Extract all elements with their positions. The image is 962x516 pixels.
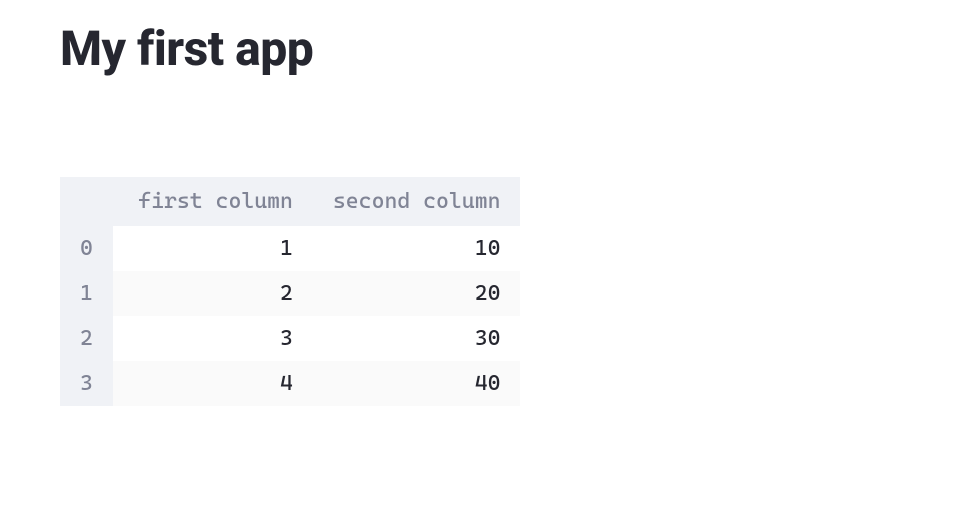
data-table: first column second column 0 1 10 1 2 20… [60, 177, 520, 406]
row-index: 2 [60, 316, 113, 361]
column-header[interactable]: second column [313, 177, 521, 226]
table-cell[interactable]: 4 [113, 361, 313, 406]
table-row: 2 3 30 [60, 316, 520, 361]
row-index: 0 [60, 226, 113, 271]
table-row: 3 4 40 [60, 361, 520, 406]
column-header[interactable]: first column [113, 177, 313, 226]
page-title: My first app [60, 20, 902, 77]
row-index: 3 [60, 361, 113, 406]
table-cell[interactable]: 3 [113, 316, 313, 361]
table-cell[interactable]: 1 [113, 226, 313, 271]
table-cell[interactable]: 30 [313, 316, 521, 361]
table-cell[interactable]: 20 [313, 271, 521, 316]
table-cell[interactable]: 40 [313, 361, 521, 406]
table-cell[interactable]: 2 [113, 271, 313, 316]
row-index: 1 [60, 271, 113, 316]
data-table-wrapper: first column second column 0 1 10 1 2 20… [60, 177, 520, 406]
table-row: 0 1 10 [60, 226, 520, 271]
index-corner [60, 177, 113, 226]
table-cell[interactable]: 10 [313, 226, 521, 271]
table-row: 1 2 20 [60, 271, 520, 316]
